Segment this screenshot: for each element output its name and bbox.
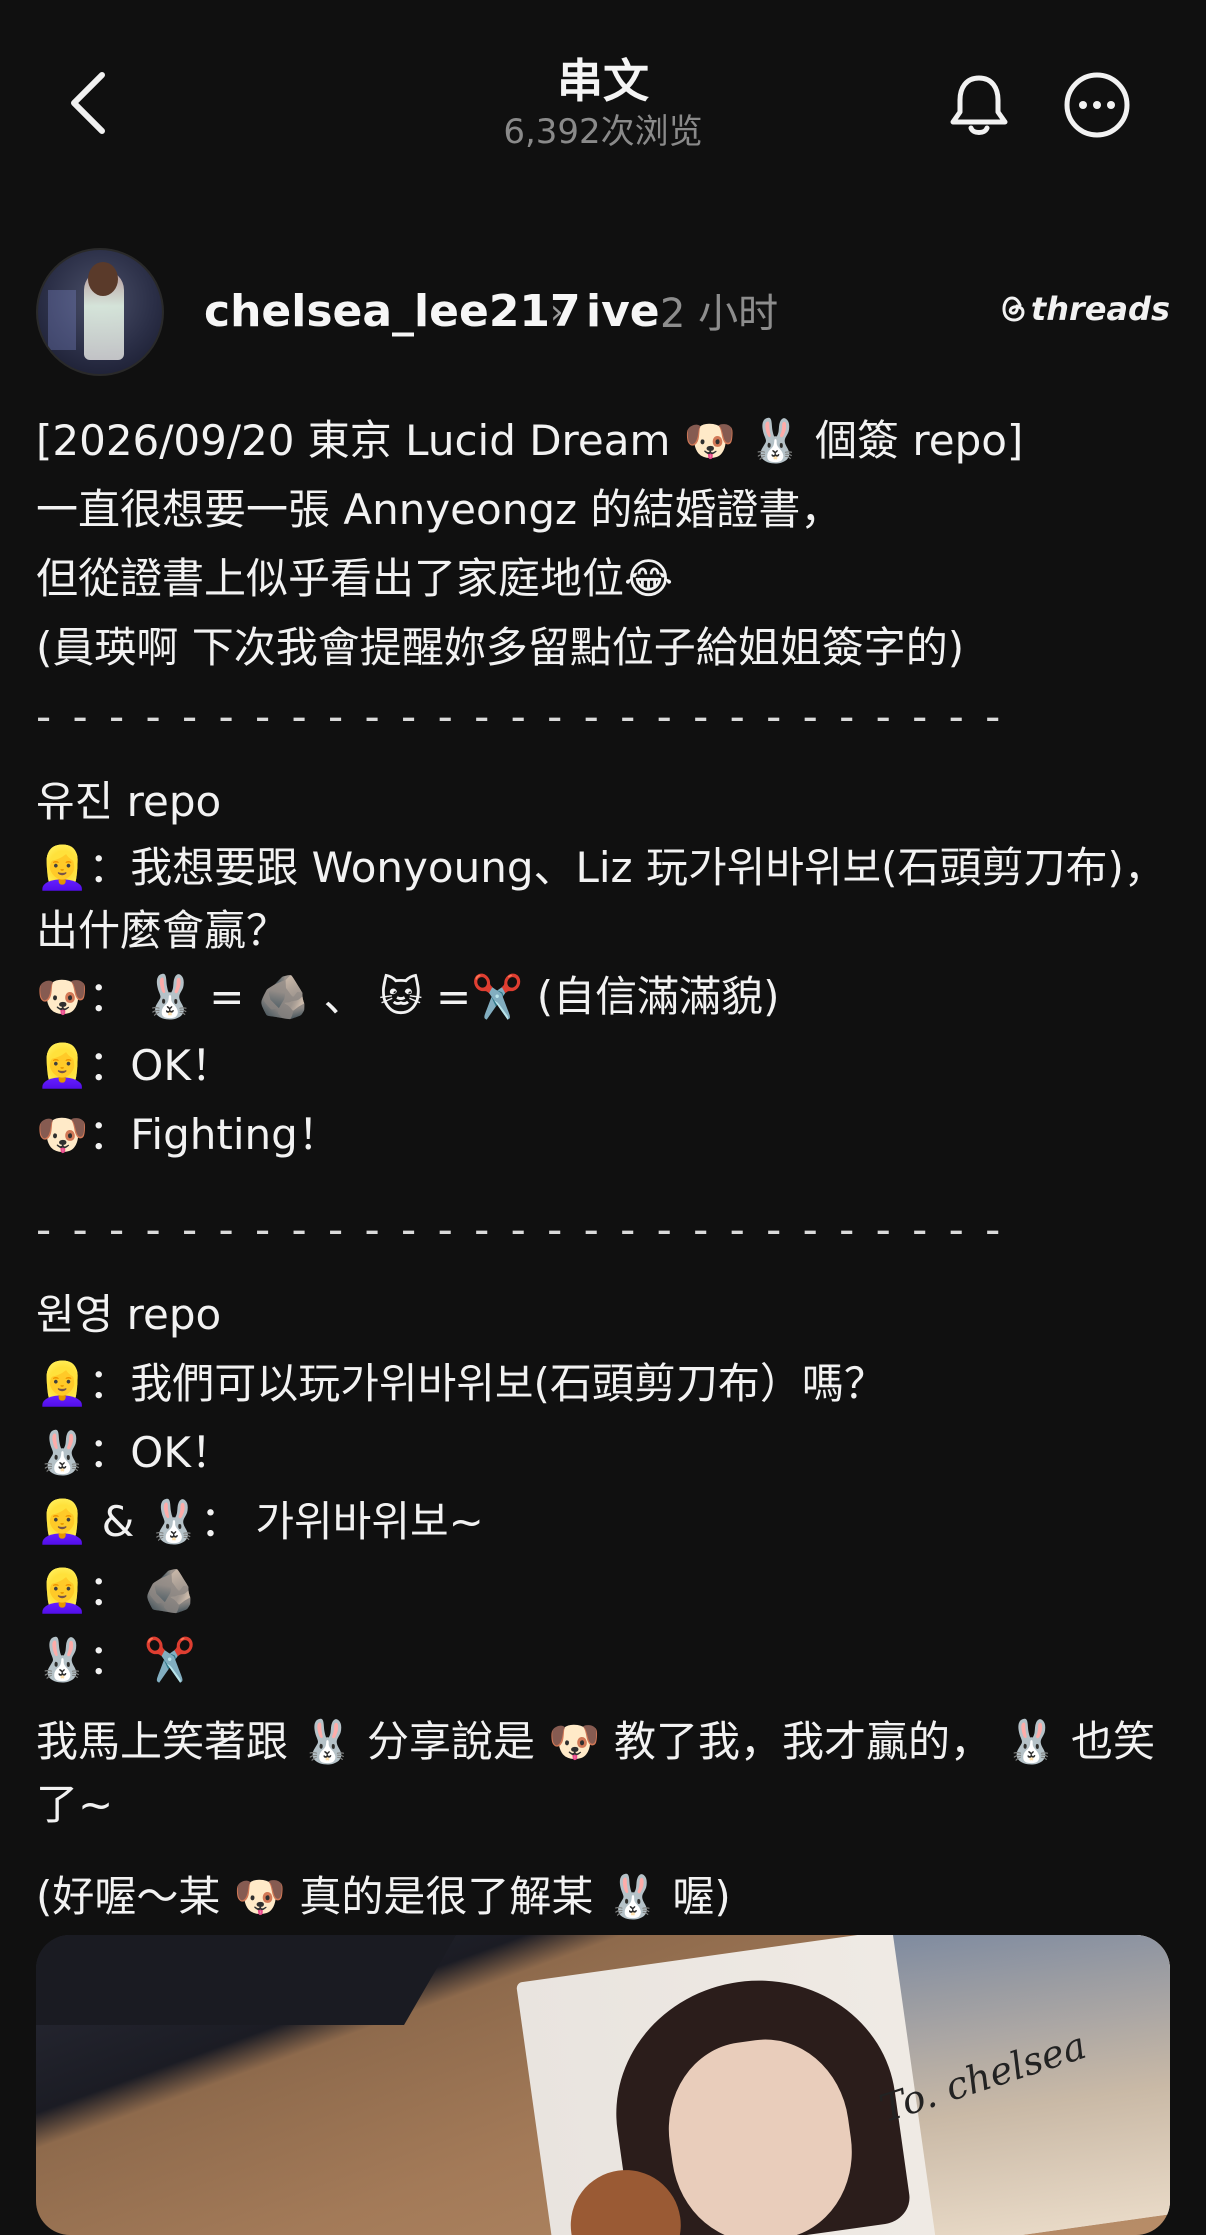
photocard-image — [516, 1935, 1170, 2235]
post-line: 一直很想要一張 Annyeongz 的結婚證書， — [36, 485, 843, 534]
chevron-right-icon: › — [550, 292, 564, 332]
section-heading: 유진 repo — [36, 777, 222, 826]
section-heading: 원영 repo — [36, 1290, 222, 1339]
post-line: 🐰： ✂️ — [36, 1635, 196, 1684]
page-title: 串文 — [557, 54, 649, 108]
post-body: [2026/09/20 東京 Lucid Dream 🐶 🐰 個簽 repo] … — [36, 406, 1176, 1931]
post-time: 2 小时 — [660, 291, 779, 337]
post-line: 🐰：OK！ — [36, 1428, 233, 1477]
separator-line: - - - - - - - - - - - - - - - - - - - - … — [36, 1205, 1005, 1254]
post-line: (好喔～某 🐶 真的是很了解某 🐰 喔) — [36, 1872, 731, 1921]
post-line: 👱‍♀️： 🪨 — [36, 1566, 196, 1615]
post-author-row: chelsea_lee217 › ive 2 小时 threads — [36, 248, 1170, 376]
post-line: 👱‍♀️：我想要跟 Wonyoung、Liz 玩가위바위보(石頭剪刀布)，出什麼… — [36, 843, 1166, 955]
post-line: 🐶： 🐰 = 🪨 、 🐱 =✂️ (自信滿滿貌) — [36, 972, 780, 1021]
threads-logo-icon — [1002, 296, 1025, 322]
threads-badge: threads — [1001, 290, 1170, 328]
post-line: [2026/09/20 東京 Lucid Dream 🐶 🐰 個簽 repo] — [36, 416, 1024, 465]
post-line: 🐶：Fighting！ — [36, 1110, 340, 1159]
post-line: 👱‍♀️：OK！ — [36, 1041, 233, 1090]
post-line: (員瑛啊 下次我會提醒妳多留點位子給姐姐簽字的) — [36, 623, 965, 672]
community-tag[interactable]: ive — [586, 282, 660, 342]
post-photo[interactable]: To. chelsea — [36, 1935, 1170, 2235]
top-bar: 串文 6,392次浏览 — [0, 0, 1206, 200]
avatar[interactable] — [36, 248, 164, 376]
view-count: 6,392次浏览 — [503, 112, 703, 152]
post-line: 但從證書上似乎看出了家庭地位😂 — [36, 554, 674, 603]
notification-button[interactable] — [944, 70, 1014, 140]
bell-icon — [950, 75, 1008, 135]
separator-line: - - - - - - - - - - - - - - - - - - - - … — [36, 692, 1005, 741]
more-icon — [1064, 72, 1130, 138]
post-line: 👱‍♀️ & 🐰： 가위바위보~ — [36, 1497, 484, 1546]
more-options-button[interactable] — [1062, 70, 1132, 140]
threads-badge-label: threads — [1030, 290, 1170, 328]
post-line: 👱‍♀️：我們可以玩가위바위보(石頭剪刀布）嗎？ — [36, 1359, 886, 1408]
header-title-group: 串文 6,392次浏览 — [0, 52, 1206, 154]
author-username[interactable]: chelsea_lee217 — [204, 282, 581, 342]
post-line: 我馬上笑著跟 🐰 分享說是 🐶 教了我，我才贏的， 🐰 也笑了~ — [36, 1717, 1155, 1829]
